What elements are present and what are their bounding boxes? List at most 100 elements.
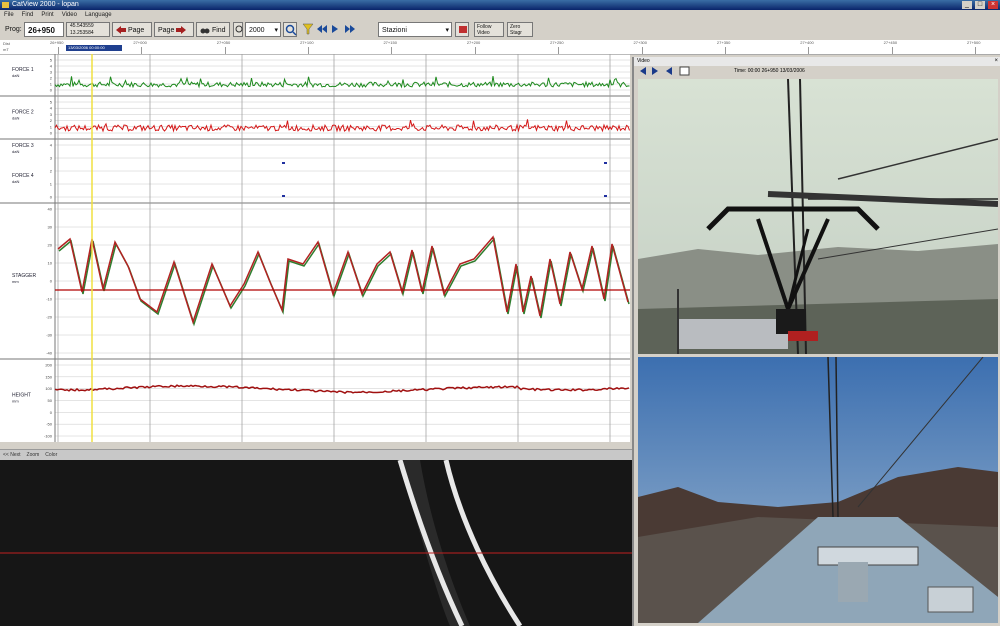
rewind-button[interactable] xyxy=(316,22,328,37)
play-button[interactable] xyxy=(330,22,340,37)
fast-forward-icon xyxy=(345,25,355,33)
title-bar: CatView 2000 - lopan _ □ × xyxy=(0,0,1000,10)
menu-file[interactable]: File xyxy=(0,10,18,20)
force-event-marker xyxy=(604,162,607,164)
camera-menu-bar: << Next Zoom Color xyxy=(0,449,632,460)
menu-print[interactable]: Print xyxy=(37,10,57,20)
distance-tick-label: 27+000 xyxy=(133,40,147,45)
axis-tick-label: 0 xyxy=(50,88,53,93)
cursor-timestamp: 13/03/2006 00:00:00 xyxy=(66,45,122,51)
axis-tick-label: 3 xyxy=(50,70,53,75)
rewind-icon xyxy=(317,25,327,33)
distance-tick-label: 27+100 xyxy=(300,40,314,45)
axis-tick-label: 0 xyxy=(50,279,53,284)
wire-image xyxy=(0,460,632,626)
axis-tick-label: 4 xyxy=(50,64,53,69)
progressive-label: Prog: xyxy=(5,26,22,33)
video-window-title: Video × xyxy=(634,57,1000,66)
distance-tick-mark xyxy=(558,47,560,54)
video-next-icon[interactable] xyxy=(652,67,658,75)
axis-tick-label: 4 xyxy=(50,143,53,148)
follow-video-checkbox[interactable]: Follow Video xyxy=(474,22,504,37)
roof-camera-image xyxy=(638,357,998,623)
video-close-button[interactable]: × xyxy=(994,57,998,66)
minimize-button[interactable]: _ xyxy=(962,1,972,9)
axis-tick-label: 200 xyxy=(45,363,52,368)
distance-unit: mT xyxy=(3,47,9,52)
contact-wire-camera-view xyxy=(0,460,632,626)
distance-tick-mark xyxy=(474,47,476,54)
window-controls: _ □ × xyxy=(962,1,998,9)
distance-label: Dist xyxy=(3,41,10,46)
distance-tick-label: 27+350 xyxy=(716,40,731,45)
force-event-marker xyxy=(282,195,285,197)
distance-tick-mark xyxy=(891,47,893,54)
axis-tick-label: 1 xyxy=(50,182,53,187)
window-title: CatView 2000 - lopan xyxy=(12,1,79,8)
axis-tick-label: 50 xyxy=(48,398,53,403)
axis-tick-label: 10 xyxy=(48,261,53,266)
station-select[interactable]: Stazioni ▾ xyxy=(378,22,452,37)
color-menu[interactable]: Color xyxy=(42,450,60,460)
axis-tick-label: 1 xyxy=(50,82,53,87)
toolbar: Prog: 26+950 45.543559 13.253584 Page Pa… xyxy=(0,20,1000,41)
channel-unit: mm xyxy=(12,279,19,284)
coordinates-readout: 45.543559 13.253584 xyxy=(66,22,110,37)
app-icon xyxy=(2,2,9,8)
zoom-select[interactable]: 2000 ▾ xyxy=(245,22,281,37)
zoom-out-icon xyxy=(235,25,243,33)
axis-tick-label: 0 xyxy=(50,410,53,415)
menu-video[interactable]: Video xyxy=(58,10,81,20)
distance-tick-label: 26+950 xyxy=(50,40,64,45)
channel-unit: mm xyxy=(12,399,19,404)
axis-tick-label: 30 xyxy=(48,225,53,230)
force-event-marker xyxy=(282,162,285,164)
distance-tick-label: 27+400 xyxy=(800,40,814,45)
page-forward-button[interactable]: Page xyxy=(154,22,194,37)
menu-language[interactable]: Language xyxy=(81,10,116,20)
distance-tick-label: 27+200 xyxy=(466,40,481,45)
zoom-in-button[interactable] xyxy=(283,22,297,37)
video-rewind-icon[interactable] xyxy=(666,67,672,75)
zoom-value: 2000 xyxy=(249,27,265,34)
menu-find[interactable]: Find xyxy=(18,10,38,20)
axis-tick-label: -10 xyxy=(46,297,53,302)
force-1-trace xyxy=(54,76,630,89)
axis-tick-label: -40 xyxy=(46,351,53,356)
video-prev-icon[interactable] xyxy=(640,67,646,75)
axis-tick-label: 0 xyxy=(50,195,53,200)
distance-tick-mark xyxy=(141,47,143,54)
video-snapshot-icon[interactable] xyxy=(679,66,690,76)
filter-button[interactable] xyxy=(302,22,314,37)
longitude-value: 13.253584 xyxy=(70,30,94,36)
axis-tick-label: -100 xyxy=(44,434,53,439)
distance-tick-mark xyxy=(641,47,643,54)
axis-tick-label: 2 xyxy=(50,118,53,123)
zoom-out-button[interactable] xyxy=(233,22,243,37)
magnifier-icon xyxy=(285,24,297,36)
distance-tick-mark xyxy=(308,47,310,54)
signal-plot-area[interactable]: 5 4 3 2 1 0 FORCE 1 daN 5 4 3 2 1 0 FORCE 2 daN 4 3 2 1 0 FOR… xyxy=(0,53,630,442)
video-controls xyxy=(640,66,690,76)
page-forward-label: Page xyxy=(158,27,175,34)
find-button[interactable]: Find xyxy=(196,22,230,37)
station-go-button[interactable] xyxy=(455,22,469,37)
axis-tick-label: 3 xyxy=(50,112,53,117)
zoom-menu[interactable]: Zoom xyxy=(24,450,43,460)
next-button[interactable]: << Next xyxy=(0,450,24,460)
stagger-trace-secondary xyxy=(58,237,630,327)
close-button[interactable]: × xyxy=(988,1,998,9)
page-back-button[interactable]: Page xyxy=(112,22,152,37)
fast-forward-button[interactable] xyxy=(344,22,356,37)
axis-tick-label: -20 xyxy=(46,315,53,320)
maximize-button[interactable]: □ xyxy=(975,1,985,9)
progressive-field[interactable]: 26+950 xyxy=(24,22,64,37)
channel-unit: daN xyxy=(12,179,19,184)
distance-tick-label: 27+050 xyxy=(216,40,231,45)
distance-ruler: Dist mT 13/03/2006 00:00:00 26+950 27+000… xyxy=(0,40,1000,55)
distance-tick-mark xyxy=(391,47,393,54)
zero-stagger-checkbox[interactable]: Zero Stagr xyxy=(507,22,533,37)
axis-tick-label: 3 xyxy=(50,156,53,161)
filter-icon xyxy=(302,23,314,35)
distance-tick-label: 27+150 xyxy=(383,40,397,45)
